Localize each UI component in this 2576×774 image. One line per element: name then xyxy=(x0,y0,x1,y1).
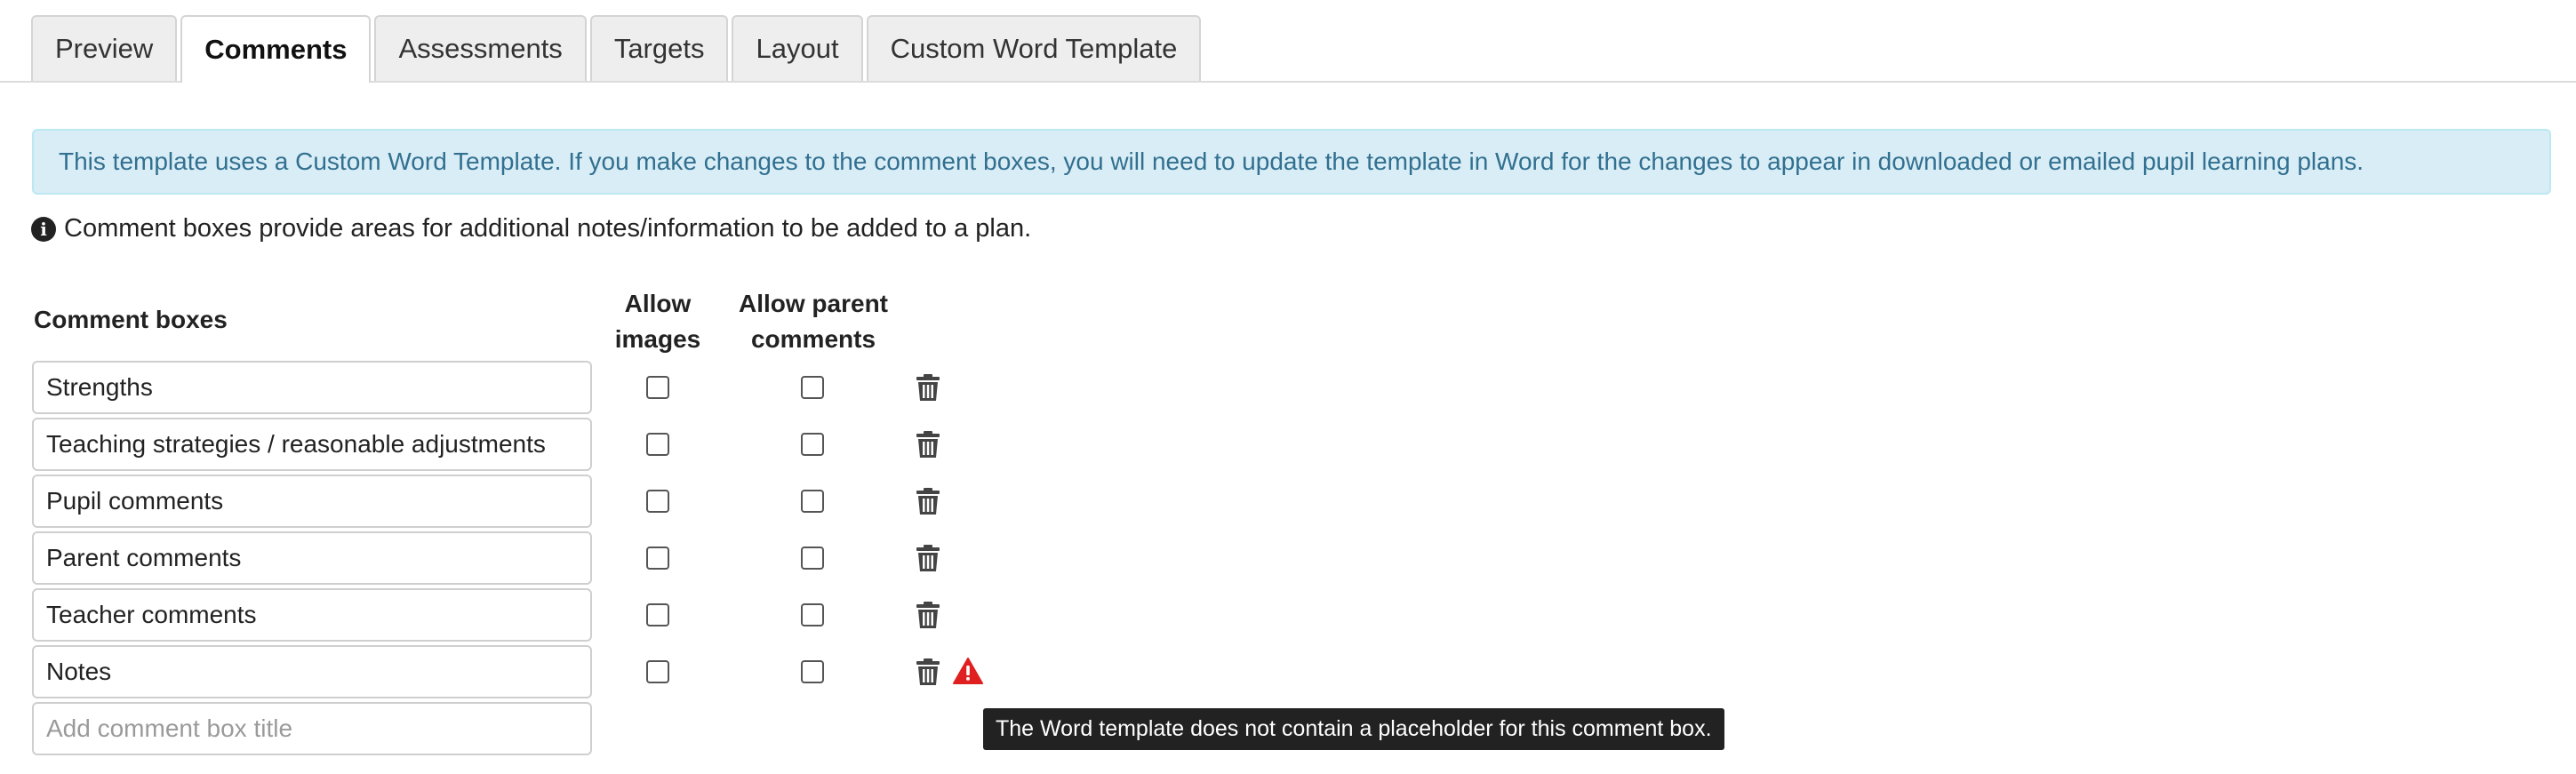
comment-box-row xyxy=(32,645,1010,698)
tab-comments[interactable]: Comments xyxy=(180,15,372,83)
header-allow-images: Allow images xyxy=(613,286,702,357)
trash-icon[interactable] xyxy=(916,373,940,402)
allow-images-checkbox[interactable] xyxy=(646,490,669,513)
comment-box-row xyxy=(32,531,1010,585)
allow-parent-comments-checkbox[interactable] xyxy=(801,660,824,683)
allow-parent-comments-checkbox[interactable] xyxy=(801,603,824,626)
allow-images-checkbox[interactable] xyxy=(646,433,669,456)
comment-box-row xyxy=(32,361,1010,414)
info-circle-icon: i xyxy=(31,216,56,242)
header-comment-boxes: Comment boxes xyxy=(34,306,228,333)
comment-box-title-input[interactable] xyxy=(32,531,592,585)
allow-images-checkbox[interactable] xyxy=(646,376,669,399)
trash-icon[interactable] xyxy=(916,658,940,686)
allow-parent-comments-checkbox[interactable] xyxy=(801,376,824,399)
tab-targets[interactable]: Targets xyxy=(589,15,729,81)
tab-preview[interactable]: Preview xyxy=(31,15,178,81)
new-comment-box-row xyxy=(32,702,1010,755)
comment-box-title-input[interactable] xyxy=(32,475,592,528)
comment-box-title-input[interactable] xyxy=(32,588,592,642)
info-line: i Comment boxes provide areas for additi… xyxy=(31,214,1031,243)
add-comment-box-title-input[interactable] xyxy=(32,702,592,755)
info-text: Comment boxes provide areas for addition… xyxy=(64,214,1032,243)
tooltip-text: The Word template does not contain a pla… xyxy=(996,716,1712,741)
allow-parent-comments-checkbox[interactable] xyxy=(801,490,824,513)
header-allow-parent-line2: comments xyxy=(750,325,876,353)
tabs: Preview Comments Assessments Targets Lay… xyxy=(31,15,1202,83)
alert-text: This template uses a Custom Word Templat… xyxy=(59,148,2364,175)
comment-box-row xyxy=(32,475,1010,528)
warning-tooltip: The Word template does not contain a pla… xyxy=(983,708,1724,750)
comment-box-title-input[interactable] xyxy=(32,418,592,471)
tab-layout[interactable]: Layout xyxy=(732,15,863,81)
header-allow-parent-comments: Allow parent comments xyxy=(729,286,898,357)
tab-bar: Preview Comments Assessments Targets Lay… xyxy=(0,0,2576,83)
warning-icon[interactable] xyxy=(953,657,983,685)
allow-images-checkbox[interactable] xyxy=(646,603,669,626)
trash-icon[interactable] xyxy=(916,544,940,572)
trash-icon[interactable] xyxy=(916,601,940,629)
header-allow-parent-line1: Allow parent xyxy=(738,290,888,317)
comment-box-row xyxy=(32,588,1010,642)
trash-icon[interactable] xyxy=(916,430,940,459)
allow-parent-comments-checkbox[interactable] xyxy=(801,547,824,570)
header-allow-images-line1: Allow xyxy=(624,290,692,317)
allow-images-checkbox[interactable] xyxy=(646,660,669,683)
allow-images-checkbox[interactable] xyxy=(646,547,669,570)
comment-box-title-input[interactable] xyxy=(32,361,592,414)
comment-box-row xyxy=(32,418,1010,471)
comment-box-title-input[interactable] xyxy=(32,645,592,698)
custom-template-alert: This template uses a Custom Word Templat… xyxy=(32,129,2551,195)
trash-icon[interactable] xyxy=(916,487,940,515)
header-allow-images-line2: images xyxy=(614,325,701,353)
allow-parent-comments-checkbox[interactable] xyxy=(801,433,824,456)
tab-custom-word-template[interactable]: Custom Word Template xyxy=(866,15,1202,81)
tab-assessments[interactable]: Assessments xyxy=(374,15,587,81)
